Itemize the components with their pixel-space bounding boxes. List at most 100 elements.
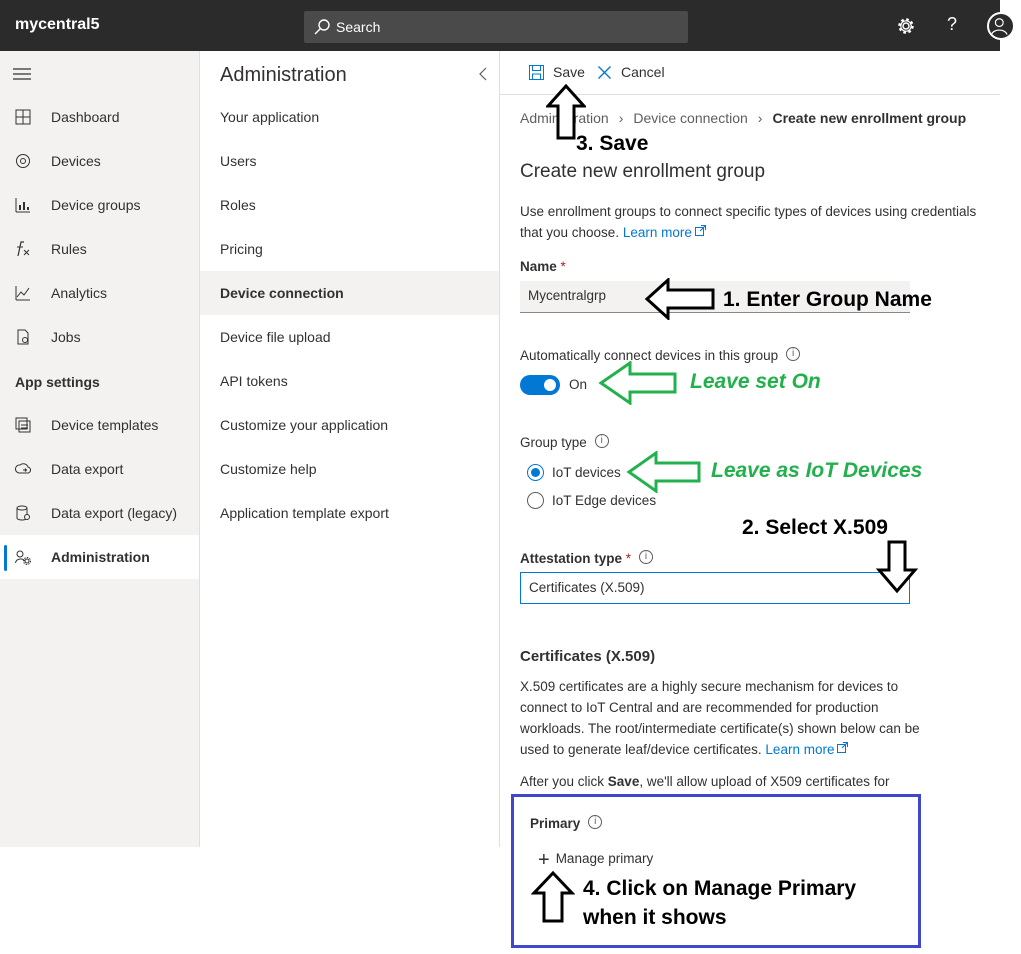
certificates-description: X.509 certificates are a highly secure m… — [520, 676, 920, 760]
nav-label: Rules — [51, 241, 87, 257]
save-floppy-icon — [529, 65, 544, 80]
help-icon[interactable]: ? — [947, 14, 957, 35]
subnav-title: Administration — [220, 64, 347, 86]
page-title: Create new enrollment group — [520, 161, 766, 182]
external-link-icon — [694, 225, 706, 236]
subnav-label: Device file upload — [220, 329, 331, 345]
subnav-item-device-connection[interactable]: Device connection — [200, 271, 499, 315]
group-type-text: Group type — [520, 435, 587, 450]
search-box[interactable]: Search — [304, 11, 688, 43]
info-icon[interactable]: i — [594, 434, 609, 448]
subnav-item-customize-help[interactable]: Customize help — [200, 447, 499, 491]
nav-label: Data export (legacy) — [51, 505, 178, 521]
toggle-state-label: On — [569, 377, 588, 392]
active-indicator — [4, 545, 7, 571]
subnav-label: Your application — [220, 109, 320, 125]
subnav-item-users[interactable]: Users — [200, 139, 499, 183]
nav-label: Dashboard — [51, 109, 120, 125]
nav-label: Data export — [51, 461, 124, 477]
app-brand[interactable]: mycentral5 — [15, 16, 100, 34]
collapse-chevron-icon[interactable] — [478, 67, 488, 81]
annotation-arrow-left-toggle-icon — [598, 361, 677, 405]
save-label: Save — [553, 64, 585, 80]
top-bar: mycentral5 Search ? — [0, 0, 1015, 51]
after-bold-save: Save — [607, 774, 640, 789]
info-icon[interactable]: i — [786, 347, 801, 361]
external-link-icon — [837, 742, 849, 753]
toggle-knob — [544, 379, 556, 391]
nav-item-data-export-legacy[interactable]: Data export (legacy) — [0, 491, 199, 535]
nav-item-jobs[interactable]: Jobs — [0, 315, 199, 359]
subnav-label: Application template export — [220, 505, 389, 521]
subnav-item-customize-application[interactable]: Customize your application — [200, 403, 499, 447]
dashboard-icon — [15, 109, 31, 125]
info-icon[interactable]: i — [639, 550, 654, 564]
intro-description: Use enrollment groups to connect specifi… — [520, 204, 977, 240]
devices-icon — [16, 154, 30, 168]
administration-icon — [15, 550, 31, 565]
breadcrumb-current: Create new enrollment group — [772, 110, 967, 126]
learn-more-link[interactable]: Learn more — [623, 225, 706, 240]
subnav-label: API tokens — [220, 373, 288, 389]
analytics-icon — [15, 286, 30, 301]
annotation-step3: 3. Save — [576, 132, 649, 155]
nav-item-rules[interactable]: Rules — [0, 227, 199, 271]
subnav-item-template-export[interactable]: Application template export — [200, 491, 499, 535]
cancel-label: Cancel — [621, 64, 665, 80]
attestation-type-dropdown[interactable]: Certificates (X.509) — [520, 572, 910, 604]
nav-item-data-export[interactable]: Data export — [0, 447, 199, 491]
subnav-label: Device connection — [220, 285, 344, 301]
radio-iot-devices[interactable] — [527, 464, 544, 481]
device-templates-icon — [15, 417, 31, 433]
annotation-step4-line2: when it shows — [583, 906, 727, 929]
radio-iot-edge-devices[interactable] — [527, 492, 544, 509]
cert-learn-more-link[interactable]: Learn more — [765, 742, 849, 757]
data-export-icon — [15, 463, 31, 474]
auto-connect-toggle[interactable] — [520, 375, 560, 395]
nav-item-device-groups[interactable]: Device groups — [0, 183, 199, 227]
radio-iot-devices-label[interactable]: IoT devices — [552, 465, 621, 480]
app-settings-heading: App settings — [15, 374, 100, 390]
rules-icon — [17, 241, 30, 257]
nav-item-devices[interactable]: Devices — [0, 139, 199, 183]
annotation-arrow-left-name-icon — [644, 278, 715, 320]
nav-label: Device groups — [51, 197, 141, 213]
nav-item-dashboard[interactable]: Dashboard — [0, 95, 199, 139]
subnav-label: Users — [220, 153, 257, 169]
subnav-item-your-application[interactable]: Your application — [200, 95, 499, 139]
data-export-legacy-icon — [16, 505, 30, 521]
cert-learn-more-label: Learn more — [765, 742, 835, 757]
subnav-item-api-tokens[interactable]: API tokens — [200, 359, 499, 403]
breadcrumb-chevron-icon: › — [757, 110, 763, 126]
search-icon — [314, 19, 330, 35]
subnav-label: Pricing — [220, 241, 263, 257]
intro-text: Use enrollment groups to connect specifi… — [520, 201, 998, 243]
after-prefix: After you click — [520, 774, 605, 789]
radio-iot-edge-devices-label[interactable]: IoT Edge devices — [552, 493, 656, 508]
annotation-leave-iot: Leave as IoT Devices — [711, 459, 923, 482]
nav-item-device-templates[interactable]: Device templates — [0, 403, 199, 447]
after-suffix: , we'll allow upload of X509 certificate… — [639, 774, 890, 789]
breadcrumb-chevron-icon: › — [618, 110, 624, 126]
after-save-text: After you click Save, we'll allow upload… — [520, 771, 920, 792]
name-label-text: Name — [520, 259, 557, 274]
certificates-heading: Certificates (X.509) — [520, 648, 656, 665]
hamburger-menu-icon[interactable] — [13, 68, 31, 80]
device-groups-icon — [15, 198, 30, 213]
annotation-step4-line1: 4. Click on Manage Primary — [583, 877, 857, 900]
user-avatar-icon[interactable] — [987, 12, 1015, 40]
search-placeholder: Search — [336, 19, 381, 35]
subnav-item-device-file-upload[interactable]: Device file upload — [200, 315, 499, 359]
annotation-arrow-left-grouptype-icon — [626, 451, 701, 493]
settings-gear-icon[interactable] — [896, 16, 916, 36]
nav-item-analytics[interactable]: Analytics — [0, 271, 199, 315]
nav-label: Devices — [51, 153, 101, 169]
breadcrumb-device-connection[interactable]: Device connection — [633, 110, 747, 126]
jobs-icon — [17, 329, 29, 345]
annotation-step1: 1. Enter Group Name — [723, 288, 932, 311]
subnav-item-pricing[interactable]: Pricing — [200, 227, 499, 271]
subnav-item-roles[interactable]: Roles — [200, 183, 499, 227]
nav-item-administration[interactable]: Administration — [0, 535, 199, 579]
cert-description-text: X.509 certificates are a highly secure m… — [520, 679, 920, 757]
close-icon — [598, 66, 611, 79]
